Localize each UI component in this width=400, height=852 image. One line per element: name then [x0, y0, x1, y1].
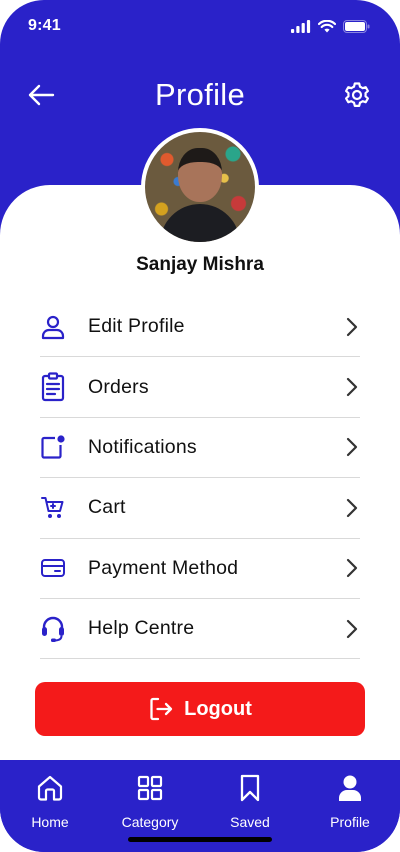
user-icon [40, 312, 66, 342]
bookmark-icon [238, 772, 262, 804]
chevron-right-icon [344, 317, 360, 337]
nav-item-profile[interactable]: Profile [300, 760, 400, 852]
profile-name: Sanjay Mishra [136, 254, 264, 275]
headset-icon [40, 614, 66, 644]
chevron-right-icon [344, 558, 360, 578]
menu-item-notifications[interactable]: Notifications [40, 418, 360, 479]
cellular-signal-icon [291, 19, 311, 33]
battery-icon [343, 19, 370, 33]
menu-item-label: Orders [88, 375, 149, 398]
notification-icon [40, 432, 66, 462]
header: Profile [0, 70, 400, 120]
gear-icon [345, 82, 369, 107]
menu-item-label: Payment Method [88, 556, 239, 579]
settings-button[interactable] [342, 80, 372, 110]
chevron-right-icon [344, 437, 360, 457]
logout-label: Logout [184, 697, 252, 720]
nav-label: Home [31, 814, 69, 830]
nav-label: Profile [330, 814, 370, 830]
logout-icon [150, 697, 173, 721]
chevron-right-icon [344, 498, 360, 518]
status-bar: 9:41 [0, 0, 400, 52]
home-indicator [128, 837, 272, 842]
person-icon [336, 772, 364, 804]
page-title: Profile [155, 77, 245, 112]
nav-item-home[interactable]: Home [0, 760, 100, 852]
menu-item-label: Cart [88, 496, 126, 519]
avatar-photo [145, 132, 255, 242]
bottom-nav: Home Category Saved Profile [0, 760, 400, 852]
avatar [141, 128, 259, 246]
status-time: 9:41 [28, 17, 61, 34]
nav-label: Saved [230, 814, 270, 830]
arrow-left-icon [28, 84, 55, 106]
status-icons [291, 19, 370, 33]
menu-item-label: Help Centre [88, 617, 195, 640]
grid-icon [136, 772, 164, 804]
credit-card-icon [40, 553, 66, 583]
menu-item-cart[interactable]: Cart [40, 478, 360, 539]
clipboard-icon [40, 372, 66, 402]
home-icon [35, 772, 65, 804]
back-button[interactable] [26, 80, 56, 110]
cart-icon [40, 493, 66, 523]
logout-button[interactable]: Logout [35, 682, 365, 736]
chevron-right-icon [344, 619, 360, 639]
menu-item-label: Edit Profile [88, 315, 185, 338]
menu-item-edit-profile[interactable]: Edit Profile [40, 297, 360, 358]
menu-item-payment-method[interactable]: Payment Method [40, 539, 360, 599]
phone-screen: 9:41 Profile Sanjay Mishra Edit Profile … [0, 0, 400, 852]
wifi-icon [318, 19, 336, 32]
nav-label: Category [121, 814, 179, 830]
menu-item-orders[interactable]: Orders [40, 357, 360, 418]
menu-item-help-centre[interactable]: Help Centre [40, 599, 360, 660]
menu-item-label: Notifications [88, 435, 197, 458]
profile-menu: Edit Profile Orders Notifications Cart P… [40, 297, 360, 660]
chevron-right-icon [344, 377, 360, 397]
